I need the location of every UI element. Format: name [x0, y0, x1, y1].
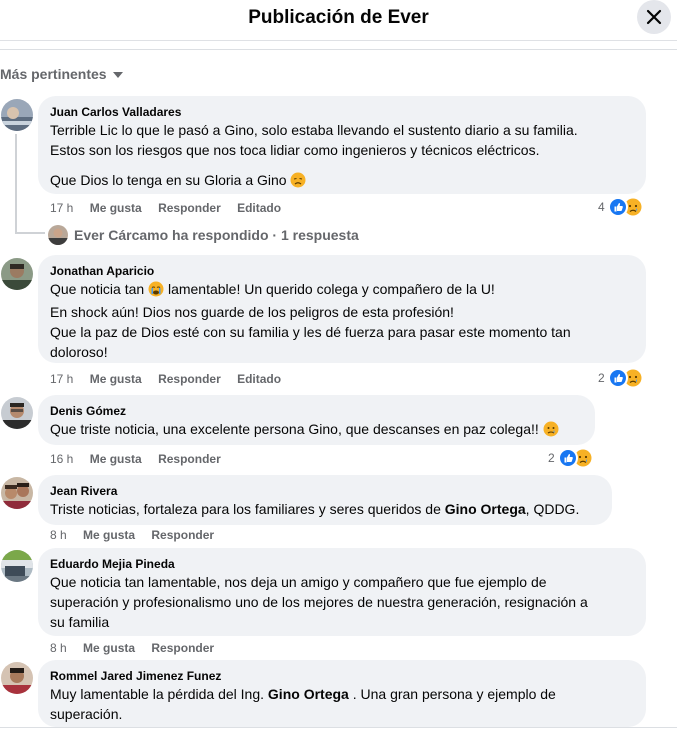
reaction-count: 4 — [598, 200, 605, 214]
avatar[interactable] — [1, 397, 33, 429]
like-button[interactable]: Me gusta — [90, 201, 142, 215]
reaction-summary[interactable]: 2 — [548, 448, 592, 468]
comment-text: Que noticia tan lamentable! Un querido c… — [50, 281, 571, 360]
dialog-title: Publicación de Ever — [248, 7, 429, 28]
comment-meta: 16 h Me gusta Responder — [50, 451, 234, 467]
disappointed-face-icon — [290, 172, 306, 193]
comment-bubble: Denis Gómez Que triste noticia, una exce… — [38, 395, 595, 445]
comment-author[interactable]: Eduardo Mejia Pineda — [50, 556, 634, 572]
comment-bubble: Eduardo Mejia Pineda Que noticia tan lam… — [38, 548, 646, 636]
sad-tear-face-icon — [543, 421, 559, 442]
comment-author[interactable]: Juan Carlos Valladares — [50, 104, 634, 120]
comment-meta: 17 h Me gusta Responder Editado — [50, 371, 294, 387]
like-reaction-icon — [607, 197, 628, 217]
footer-divider — [0, 727, 677, 728]
comment-time[interactable]: 8 h — [50, 641, 67, 655]
edited-label[interactable]: Editado — [237, 372, 281, 386]
comment-meta: 8 h Me gusta Responder — [50, 527, 227, 543]
comment-text: Que triste noticia, una excelente person… — [50, 419, 583, 442]
like-button[interactable]: Me gusta — [90, 372, 142, 386]
thread-connector — [15, 134, 17, 234]
comment-author[interactable]: Rommel Jared Jimenez Funez — [50, 668, 634, 684]
comment-time[interactable]: 17 h — [50, 372, 73, 386]
comment-bubble: Juan Carlos Valladares Terrible Lic lo q… — [38, 96, 646, 194]
crying-face-icon — [148, 281, 164, 302]
comment-time[interactable]: 16 h — [50, 452, 73, 466]
reaction-count: 2 — [548, 451, 555, 465]
comment-author[interactable]: Jean Rivera — [50, 483, 600, 499]
reply-button[interactable]: Responder — [158, 452, 221, 466]
like-reaction-icon — [557, 448, 578, 468]
comment-author[interactable]: Jonathan Aparicio — [50, 263, 634, 279]
avatar[interactable] — [48, 225, 68, 245]
reply-button[interactable]: Responder — [158, 201, 221, 215]
mentioned-name[interactable]: Gino Ortega — [445, 501, 526, 517]
header-divider — [0, 49, 677, 50]
comment-bubble: Rommel Jared Jimenez Funez Muy lamentabl… — [38, 660, 646, 727]
avatar[interactable] — [1, 258, 33, 290]
like-button[interactable]: Me gusta — [83, 528, 135, 542]
avatar[interactable] — [1, 662, 33, 694]
avatar[interactable] — [1, 550, 33, 582]
comment-text: Que noticia tan lamentable, nos deja un … — [50, 574, 588, 630]
mentioned-name[interactable]: Gino Ortega — [268, 686, 349, 702]
reply-button[interactable]: Responder — [151, 528, 214, 542]
close-button[interactable] — [637, 0, 671, 34]
comment-meta: 17 h Me gusta Responder Editado — [50, 200, 294, 216]
caret-down-icon — [112, 72, 123, 79]
reply-button[interactable]: Responder — [151, 641, 214, 655]
reply-button[interactable]: Responder — [158, 372, 221, 386]
sort-label: Más pertinentes — [0, 66, 107, 82]
comment-sort-dropdown[interactable]: Más pertinentes — [0, 66, 123, 82]
comment-bubble: Jean Rivera Triste noticias, fortaleza p… — [38, 475, 612, 525]
avatar[interactable] — [1, 99, 33, 131]
thread-connector — [15, 232, 45, 234]
edited-label[interactable]: Editado — [237, 201, 281, 215]
comment-author[interactable]: Denis Gómez — [50, 403, 583, 419]
comment-meta: 8 h Me gusta Responder — [50, 640, 227, 656]
view-replies-link[interactable]: Ever Cárcamo ha respondido · 1 respuesta — [74, 227, 359, 243]
like-button[interactable]: Me gusta — [83, 641, 135, 655]
comment-bubble: Jonathan Aparicio Que noticia tan lament… — [38, 255, 646, 363]
avatar[interactable] — [1, 477, 33, 509]
comment-time[interactable]: 17 h — [50, 201, 73, 215]
comment-time[interactable]: 8 h — [50, 528, 67, 542]
dialog-header: Publicación de Ever — [0, 0, 677, 41]
reaction-summary[interactable]: 2 — [598, 368, 642, 388]
close-icon — [646, 9, 662, 25]
comment-text: Triste noticias, fortaleza para los fami… — [50, 501, 580, 517]
like-reaction-icon — [607, 368, 628, 388]
reaction-summary[interactable]: 4 — [598, 197, 642, 217]
like-button[interactable]: Me gusta — [90, 452, 142, 466]
comment-text: Terrible Lic lo que le pasó a Gino, solo… — [50, 120, 634, 193]
comment-text: Muy lamentable la pérdida del Ing. Gino … — [50, 686, 556, 722]
reaction-count: 2 — [598, 371, 605, 385]
